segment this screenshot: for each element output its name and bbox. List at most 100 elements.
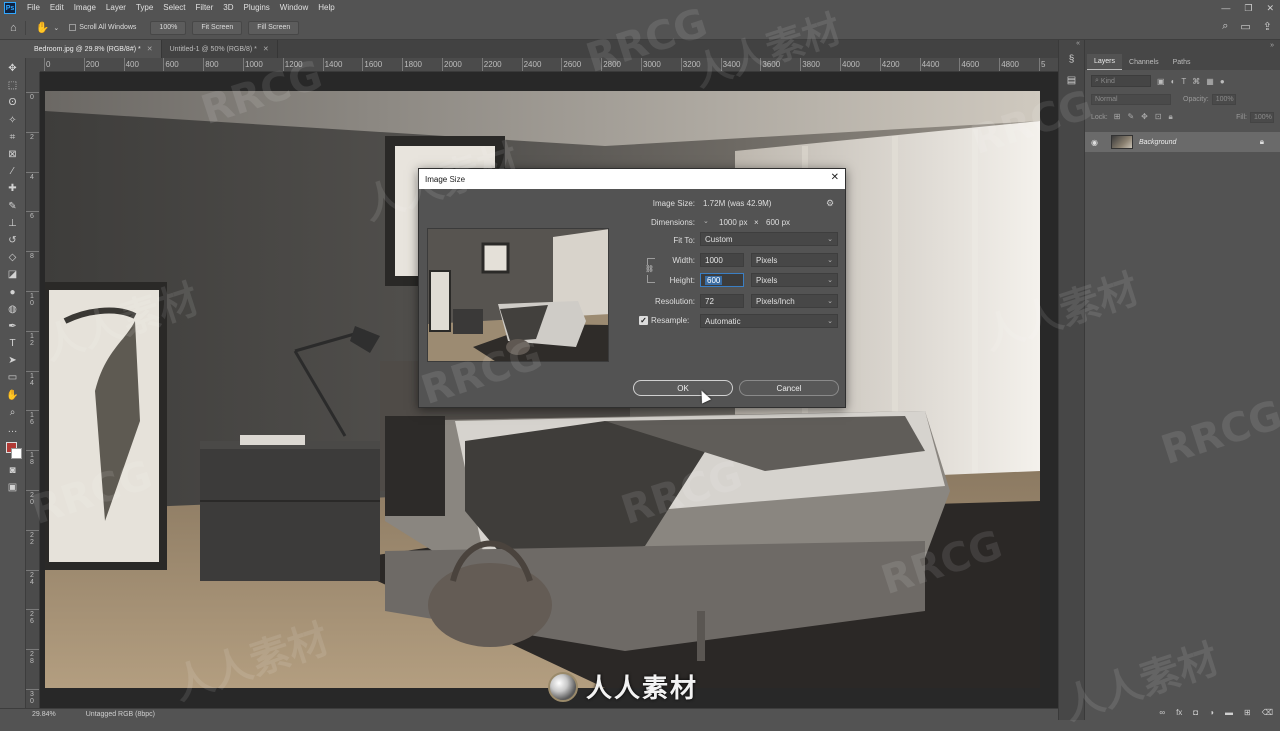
resolution-input[interactable]: 72	[700, 294, 744, 308]
height-unit-select[interactable]: Pixels ⌄	[751, 273, 838, 287]
opacity-field[interactable]: 100%	[1211, 93, 1236, 105]
paint-bucket-icon[interactable]: ◪	[3, 266, 23, 283]
blur-tool-icon[interactable]: ●	[3, 283, 23, 300]
menu-item-type[interactable]: Type	[131, 0, 158, 16]
marquee-tool-icon[interactable]: ⬚	[3, 77, 23, 94]
lasso-tool-icon[interactable]: ʘ	[3, 94, 23, 111]
smart-object-filter-icon[interactable]: ▦	[1206, 77, 1214, 86]
adjustment-layer-icon[interactable]: ◑	[1209, 708, 1214, 717]
move-tool-icon[interactable]: ✥	[3, 60, 23, 77]
hand-tool-icon[interactable]: ✋	[3, 387, 23, 404]
tab-untitled[interactable]: Untitled-1 @ 50% (RGB/8) * ✕	[162, 40, 278, 58]
width-input[interactable]: 1000	[700, 253, 744, 267]
scroll-all-windows-checkbox[interactable]: Scroll All Windows	[69, 24, 136, 31]
properties-icon[interactable]: ▤	[1067, 75, 1076, 86]
checkbox-box[interactable]	[69, 24, 77, 31]
layer-item-background[interactable]: ◉ Background 🔒︎	[1085, 132, 1280, 152]
pixel-filter-icon[interactable]: ▣	[1157, 77, 1165, 86]
dodge-tool-icon[interactable]: ◍	[3, 301, 23, 318]
frame-tool-icon[interactable]: ⊠	[3, 146, 23, 163]
resample-select[interactable]: Automatic ⌄	[700, 314, 838, 328]
zoom-readout[interactable]: 29.84%	[32, 711, 56, 718]
quick-mask-icon[interactable]: ◙	[3, 462, 23, 479]
chevron-down-icon[interactable]: ⌄	[703, 217, 709, 225]
resolution-unit-select[interactable]: Pixels/Inch ⌄	[751, 294, 838, 308]
close-icon[interactable]: ✕	[147, 45, 153, 53]
tab-bedroom[interactable]: Bedroom.jpg @ 29.8% (RGB/8#) * ✕	[26, 40, 162, 58]
home-icon[interactable]: ⌂	[10, 22, 17, 34]
zoom-100-button[interactable]: 100%	[150, 20, 187, 35]
chevron-down-icon[interactable]: ⌄	[53, 24, 59, 32]
fit-screen-button[interactable]: Fit Screen	[192, 20, 243, 35]
screen-mode-icon[interactable]: ▣	[3, 479, 23, 496]
chain-link-icon[interactable]: ⛓	[645, 265, 654, 275]
learn-icon[interactable]: §	[1069, 54, 1075, 65]
hand-tool-icon[interactable]: ✋	[36, 21, 50, 34]
menu-item-filter[interactable]: Filter	[191, 0, 219, 16]
tab-channels[interactable]: Channels	[1122, 54, 1166, 70]
ok-button[interactable]: OK	[633, 380, 733, 396]
collapse-icon[interactable]: «	[1076, 40, 1080, 47]
history-brush-icon[interactable]: ↺	[3, 232, 23, 249]
shape-filter-icon[interactable]: ⌘	[1192, 77, 1200, 86]
tab-paths[interactable]: Paths	[1166, 54, 1198, 70]
new-layer-icon[interactable]: ⊞	[1244, 708, 1251, 717]
resample-checkbox[interactable]: ✓	[639, 316, 648, 325]
eyedropper-icon[interactable]: ⁄	[3, 163, 23, 180]
crop-tool-icon[interactable]: ⌗	[3, 129, 23, 146]
filter-toggle-icon[interactable]: ●	[1220, 77, 1225, 86]
new-group-icon[interactable]: ▬	[1225, 708, 1233, 717]
restore-icon[interactable]: ❐	[1244, 0, 1252, 16]
lock-artboard-icon[interactable]: ⊡	[1155, 112, 1162, 122]
type-tool-icon[interactable]: T	[3, 335, 23, 352]
delete-layer-icon[interactable]: ⌫	[1262, 708, 1273, 717]
clone-stamp-icon[interactable]: ⊥	[3, 215, 23, 232]
image-preview[interactable]	[427, 228, 609, 362]
blend-mode-select[interactable]: Normal	[1091, 93, 1171, 105]
lock-paint-icon[interactable]: ✎	[1127, 112, 1134, 122]
menu-item-layer[interactable]: Layer	[101, 0, 131, 16]
eye-icon[interactable]: ◉	[1091, 138, 1103, 147]
search-icon[interactable]: ⌕	[1222, 20, 1228, 33]
background-color[interactable]	[10, 448, 22, 460]
share-icon[interactable]: ⇪	[1263, 20, 1272, 33]
menu-item-select[interactable]: Select	[158, 0, 190, 16]
photoshop-logo[interactable]: Ps	[4, 2, 16, 14]
magic-wand-icon[interactable]: ✧	[3, 112, 23, 129]
tab-layers[interactable]: Layers	[1087, 54, 1123, 70]
brush-tool-icon[interactable]: ✎	[3, 198, 23, 215]
gear-icon[interactable]: ⚙︎	[826, 198, 834, 209]
menu-item-plugins[interactable]: Plugins	[239, 0, 275, 16]
width-unit-select[interactable]: Pixels ⌄	[751, 253, 838, 267]
menu-item-edit[interactable]: Edit	[45, 0, 69, 16]
fill-screen-button[interactable]: Fill Screen	[248, 20, 300, 35]
fill-field[interactable]: 100%	[1250, 111, 1274, 123]
pen-tool-icon[interactable]: ✒	[3, 318, 23, 335]
close-window-icon[interactable]: ✕	[1266, 0, 1274, 16]
menu-item-image[interactable]: Image	[69, 0, 101, 16]
eraser-icon[interactable]: ◇	[3, 249, 23, 266]
close-icon[interactable]: ✕	[831, 172, 839, 183]
type-filter-icon[interactable]: T	[1181, 77, 1186, 86]
menu-item-file[interactable]: File	[22, 0, 45, 16]
adjustment-filter-icon[interactable]: ◐	[1171, 77, 1176, 86]
add-mask-icon[interactable]: ◘	[1193, 708, 1198, 717]
fx-icon[interactable]: fx	[1176, 708, 1182, 717]
expand-icon[interactable]: »	[1270, 42, 1274, 49]
dialog-title-bar[interactable]: Image Size ✕	[419, 169, 845, 189]
close-icon[interactable]: ✕	[263, 45, 269, 53]
menu-item-3d[interactable]: 3D	[218, 0, 238, 16]
lock-position-icon[interactable]: ✥	[1141, 112, 1148, 122]
minimize-icon[interactable]: —	[1221, 0, 1230, 16]
menu-item-window[interactable]: Window	[275, 0, 313, 16]
fit-to-select[interactable]: Custom ⌄	[700, 232, 838, 246]
zoom-tool-icon[interactable]: ⌕	[3, 404, 23, 421]
more-tools-icon[interactable]: …	[3, 421, 23, 438]
healing-brush-icon[interactable]: ✚	[3, 180, 23, 197]
color-swatches[interactable]	[3, 440, 23, 462]
link-layers-icon[interactable]: ∞	[1159, 708, 1165, 717]
rectangle-tool-icon[interactable]: ▭	[3, 369, 23, 386]
lock-all-icon[interactable]: 🔒︎	[1169, 112, 1173, 122]
menu-item-help[interactable]: Help	[313, 0, 339, 16]
height-input[interactable]: 600	[700, 273, 744, 287]
